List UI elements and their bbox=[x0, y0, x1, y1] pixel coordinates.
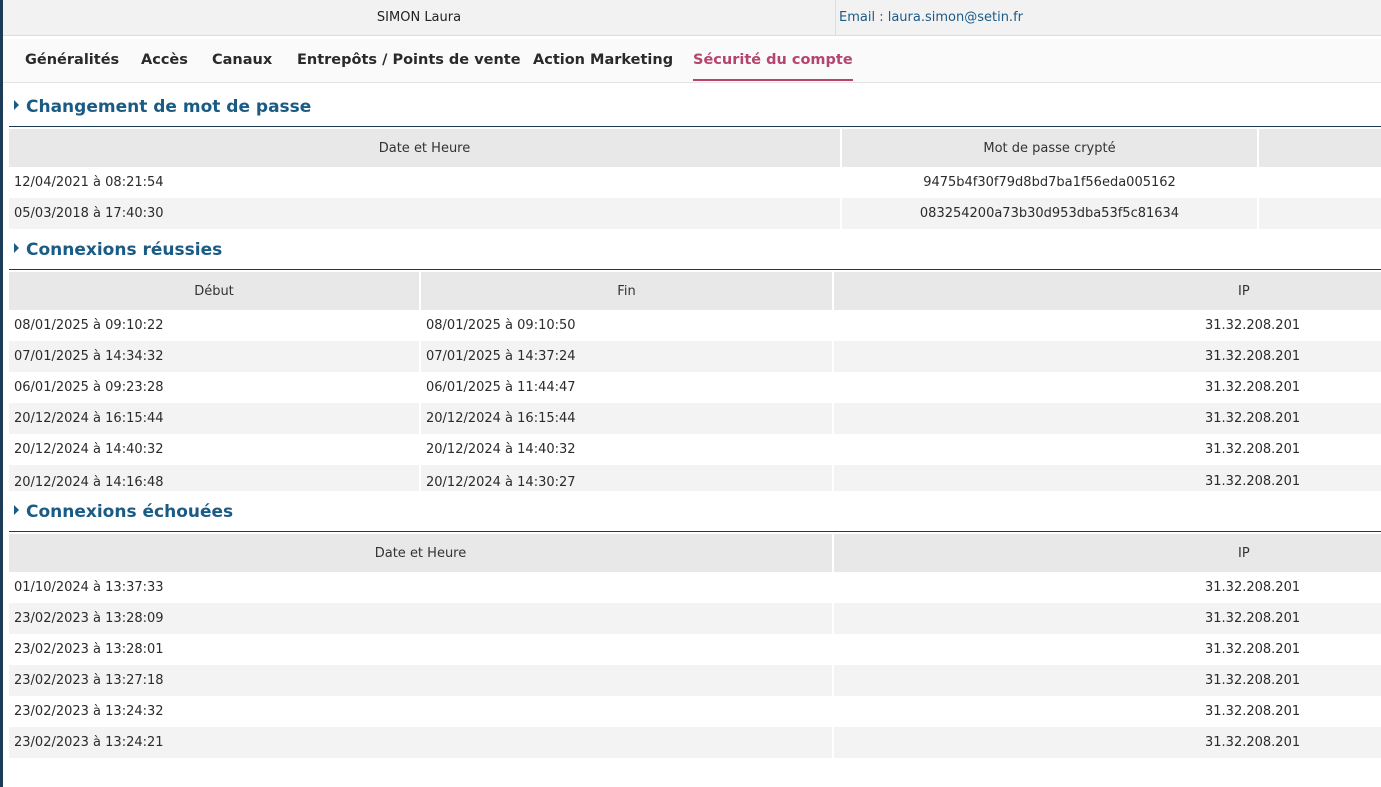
cell-start: 20/12/2024 à 14:40:32 bbox=[9, 434, 421, 465]
section-divider bbox=[9, 269, 1381, 270]
password-changes-table: Date et Heure Mot de passe crypté 12/04/… bbox=[9, 129, 1381, 229]
cell-date: 23/02/2023 à 13:24:21 bbox=[9, 727, 834, 758]
table-row: 20/12/2024 à 16:15:44 20/12/2024 à 16:15… bbox=[9, 403, 1381, 434]
cell-ip: 31.32.208.201 bbox=[1205, 411, 1301, 426]
cell-start: 20/12/2024 à 14:16:48 bbox=[9, 465, 421, 491]
section-title-successful-logins[interactable]: Connexions réussies bbox=[14, 240, 222, 260]
column-header-date: Date et Heure bbox=[9, 534, 834, 572]
column-header-ip: IP bbox=[1238, 545, 1250, 561]
section-title-text: Connexions échouées bbox=[26, 502, 234, 522]
tab-generalites[interactable]: Généralités bbox=[25, 39, 119, 81]
left-edge-bar bbox=[0, 0, 3, 787]
table-row: 23/02/2023 à 13:24:32 31.32.208.201 bbox=[9, 696, 1381, 727]
section-title-text: Changement de mot de passe bbox=[26, 97, 312, 117]
cell-ip: 31.32.208.201 bbox=[1205, 474, 1301, 489]
cell-encrypted-password: 9475b4f30f79d8bd7ba1f56eda005162 bbox=[842, 167, 1259, 198]
user-email[interactable]: Email : laura.simon@setin.fr bbox=[839, 0, 1023, 35]
cell-date: 23/02/2023 à 13:28:01 bbox=[9, 634, 834, 665]
column-header-ip: IP bbox=[1238, 283, 1250, 299]
failed-logins-table: Date et Heure IP 01/10/2024 à 13:37:33 3… bbox=[9, 534, 1381, 758]
cell-end: 20/12/2024 à 14:30:27 bbox=[421, 465, 834, 491]
tab-acces[interactable]: Accès bbox=[141, 39, 188, 81]
section-title-failed-logins[interactable]: Connexions échouées bbox=[14, 502, 233, 522]
caret-right-icon bbox=[14, 505, 19, 515]
cell-start: 20/12/2024 à 16:15:44 bbox=[9, 403, 421, 434]
tab-securite-du-compte[interactable]: Sécurité du compte bbox=[693, 39, 853, 81]
cell-ip: 31.32.208.201 bbox=[1205, 580, 1301, 595]
table-row: 07/01/2025 à 14:34:32 07/01/2025 à 14:37… bbox=[9, 341, 1381, 372]
cell-date: 23/02/2023 à 13:24:32 bbox=[9, 696, 834, 727]
table-row: 23/02/2023 à 13:24:21 31.32.208.201 bbox=[9, 727, 1381, 758]
cell-encrypted-password: 083254200a73b30d953dba53f5c81634 bbox=[842, 198, 1259, 229]
tab-entrepots[interactable]: Entrepôts / Points de vente bbox=[297, 39, 521, 81]
section-divider bbox=[9, 126, 1381, 127]
cell-ip: 31.32.208.201 bbox=[1205, 735, 1301, 750]
cell-end: 07/01/2025 à 14:37:24 bbox=[421, 341, 834, 372]
table-row: 20/12/2024 à 14:16:48 20/12/2024 à 14:30… bbox=[9, 465, 1381, 491]
tab-action-marketing[interactable]: Action Marketing bbox=[533, 39, 673, 81]
table-row: 23/02/2023 à 13:28:09 31.32.208.201 bbox=[9, 603, 1381, 634]
table-header-row: Date et Heure Mot de passe crypté bbox=[9, 129, 1381, 167]
cell-date: 23/02/2023 à 13:28:09 bbox=[9, 603, 834, 634]
section-title-password-changes[interactable]: Changement de mot de passe bbox=[14, 97, 311, 117]
cell-ip: 31.32.208.201 bbox=[1205, 442, 1301, 457]
table-header-row: Date et Heure IP bbox=[9, 534, 1381, 572]
column-header-end: Fin bbox=[421, 272, 834, 310]
table-row: 08/01/2025 à 09:10:22 08/01/2025 à 09:10… bbox=[9, 310, 1381, 341]
table-header-row: Début Fin IP bbox=[9, 272, 1381, 310]
table-row: 23/02/2023 à 13:27:18 31.32.208.201 bbox=[9, 665, 1381, 696]
successful-logins-table: Début Fin IP 08/01/2025 à 09:10:22 08/01… bbox=[9, 272, 1381, 491]
user-name: SIMON Laura bbox=[3, 0, 836, 35]
table-row: 01/10/2024 à 13:37:33 31.32.208.201 bbox=[9, 572, 1381, 603]
column-header-encrypted-password: Mot de passe crypté bbox=[842, 129, 1259, 167]
cell-ip: 31.32.208.201 bbox=[1205, 380, 1301, 395]
cell-start: 06/01/2025 à 09:23:28 bbox=[9, 372, 421, 403]
caret-right-icon bbox=[14, 100, 19, 110]
cell-end: 20/12/2024 à 16:15:44 bbox=[421, 403, 834, 434]
cell-end: 20/12/2024 à 14:40:32 bbox=[421, 434, 834, 465]
cell-end: 08/01/2025 à 09:10:50 bbox=[421, 310, 834, 341]
table-row: 20/12/2024 à 14:40:32 20/12/2024 à 14:40… bbox=[9, 434, 1381, 465]
cell-date: 05/03/2018 à 17:40:30 bbox=[9, 198, 842, 229]
cell-date: 01/10/2024 à 13:37:33 bbox=[9, 572, 834, 603]
caret-right-icon bbox=[14, 243, 19, 253]
table-row: 12/04/2021 à 08:21:54 9475b4f30f79d8bd7b… bbox=[9, 167, 1381, 198]
cell-start: 07/01/2025 à 14:34:32 bbox=[9, 341, 421, 372]
cell-ip: 31.32.208.201 bbox=[1205, 318, 1301, 333]
cell-start: 08/01/2025 à 09:10:22 bbox=[9, 310, 421, 341]
cell-ip: 31.32.208.201 bbox=[1205, 349, 1301, 364]
cell-ip: 31.32.208.201 bbox=[1205, 704, 1301, 719]
table-row: 23/02/2023 à 13:28:01 31.32.208.201 bbox=[9, 634, 1381, 665]
cell-date: 12/04/2021 à 08:21:54 bbox=[9, 167, 842, 198]
column-header-date: Date et Heure bbox=[9, 129, 842, 167]
user-header: SIMON Laura Email : laura.simon@setin.fr bbox=[3, 0, 1381, 36]
section-title-text: Connexions réussies bbox=[26, 240, 223, 260]
cell-ip: 31.32.208.201 bbox=[1205, 642, 1301, 657]
cell-ip: 31.32.208.201 bbox=[1205, 611, 1301, 626]
cell-ip: 31.32.208.201 bbox=[1205, 673, 1301, 688]
cell-date: 23/02/2023 à 13:27:18 bbox=[9, 665, 834, 696]
tab-canaux[interactable]: Canaux bbox=[212, 39, 272, 81]
table-row: 06/01/2025 à 09:23:28 06/01/2025 à 11:44… bbox=[9, 372, 1381, 403]
tab-bar: Généralités Accès Canaux Entrepôts / Poi… bbox=[3, 39, 1381, 83]
column-header-empty bbox=[1259, 129, 1381, 167]
cell-end: 06/01/2025 à 11:44:47 bbox=[421, 372, 834, 403]
section-divider bbox=[9, 531, 1381, 532]
column-header-start: Début bbox=[9, 272, 421, 310]
table-row: 05/03/2018 à 17:40:30 083254200a73b30d95… bbox=[9, 198, 1381, 229]
